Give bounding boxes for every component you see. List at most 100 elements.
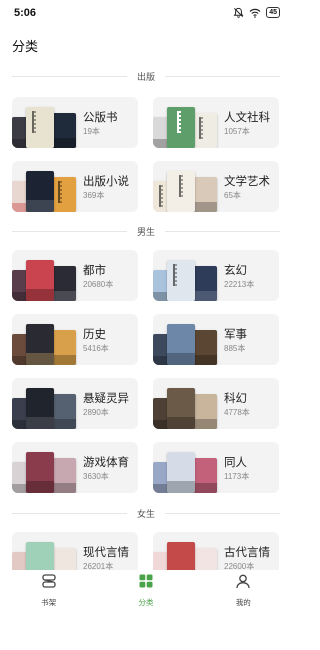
book-cover	[52, 548, 76, 570]
status-bar: 5:06 45	[0, 0, 292, 28]
category-card-lishi[interactable]: 历史 5416本	[12, 314, 138, 365]
book-cover	[26, 452, 54, 493]
category-card-junshi[interactable]: 军事 885本	[153, 314, 279, 365]
category-card-chubanxiaoshuo[interactable]: 出版小说 369本	[12, 161, 138, 212]
category-title: 悬疑灵异	[83, 393, 129, 405]
book-covers	[153, 532, 219, 570]
category-title: 玄幻	[224, 265, 247, 277]
category-count: 5416本	[83, 344, 109, 353]
bookshelf-icon	[41, 573, 57, 594]
book-cover	[52, 394, 76, 429]
category-count: 1057本	[224, 127, 250, 136]
book-cover	[167, 324, 195, 365]
divider	[165, 230, 281, 232]
category-card-kehuan[interactable]: 科幻 4778本	[153, 378, 279, 429]
book-cover	[167, 107, 195, 148]
mute-icon	[233, 7, 244, 18]
book-covers	[153, 442, 219, 493]
book-cover	[193, 266, 217, 301]
book-cover	[52, 458, 76, 493]
book-covers	[12, 532, 78, 570]
category-title: 公版书	[83, 112, 118, 124]
profile-icon	[235, 573, 251, 594]
category-count: 369本	[83, 191, 105, 200]
tab-category[interactable]: 分类	[97, 570, 194, 610]
category-card-wenxueyishu[interactable]: 文学艺术 65本	[153, 161, 279, 212]
bottom-tab-bar: 书架 分类 我的	[0, 570, 292, 610]
category-title: 科幻	[224, 393, 247, 405]
divider	[12, 75, 127, 77]
category-card-xiandaiyanqing[interactable]: 现代言情 26201本	[12, 532, 138, 570]
book-cover	[193, 330, 217, 365]
book-cover	[167, 452, 195, 493]
tab-label: 书架	[41, 597, 57, 607]
divider	[165, 512, 281, 514]
book-cover	[52, 177, 76, 212]
book-cover	[167, 388, 195, 429]
book-covers	[153, 97, 219, 148]
category-count: 22213本	[224, 280, 255, 289]
book-cover	[26, 324, 54, 365]
book-cover	[52, 113, 76, 148]
book-cover	[193, 113, 217, 148]
category-card-gongbanshu[interactable]: 公版书 19本	[12, 97, 138, 148]
tab-profile[interactable]: 我的	[195, 570, 292, 610]
category-card-xuanhuan[interactable]: 玄幻 22213本	[153, 250, 279, 301]
status-time: 5:06	[14, 7, 37, 19]
book-covers	[12, 314, 78, 365]
category-title: 文学艺术	[224, 176, 270, 188]
book-cover	[167, 260, 195, 301]
category-count: 19本	[83, 127, 100, 136]
category-count: 20680本	[83, 280, 114, 289]
book-cover	[52, 330, 76, 365]
divider	[165, 75, 281, 77]
category-count: 22600本	[224, 562, 255, 570]
book-covers	[153, 378, 219, 429]
category-title: 同人	[224, 457, 247, 469]
section-label: 女生	[137, 508, 156, 519]
section-header-male: 男生	[12, 224, 281, 238]
category-title: 古代言情	[224, 547, 270, 559]
section-header-female: 女生	[12, 506, 281, 520]
category-count: 3630本	[83, 472, 109, 481]
book-covers	[153, 161, 219, 212]
page-title: 分类	[12, 39, 39, 54]
section-label: 男生	[137, 226, 156, 237]
book-cover	[26, 388, 54, 429]
category-card-gudaiyanqing[interactable]: 古代言情 22600本	[153, 532, 279, 570]
battery-icon: 45	[266, 7, 280, 18]
section-header-publishing: 出版	[12, 69, 281, 83]
book-covers	[12, 97, 78, 148]
category-count: 65本	[224, 191, 241, 200]
category-count: 2890本	[83, 408, 109, 417]
category-title: 军事	[224, 329, 247, 341]
category-title: 都市	[83, 265, 106, 277]
category-card-xuanyilingyi[interactable]: 悬疑灵异 2890本	[12, 378, 138, 429]
section-label: 出版	[137, 71, 156, 82]
category-card-tongren[interactable]: 同人 1173本	[153, 442, 279, 493]
divider	[12, 512, 127, 514]
category-count: 1173本	[224, 472, 250, 481]
category-title: 现代言情	[83, 547, 129, 559]
book-cover	[167, 171, 195, 212]
category-card-renwensheke[interactable]: 人文社科 1057本	[153, 97, 279, 148]
tab-bookshelf[interactable]: 书架	[0, 570, 97, 610]
book-cover	[26, 171, 54, 212]
category-count: 26201本	[83, 562, 114, 570]
category-title: 游戏体育	[83, 457, 129, 469]
category-count: 4778本	[224, 408, 250, 417]
book-covers	[12, 442, 78, 493]
wifi-icon	[249, 8, 261, 18]
book-cover	[193, 548, 217, 570]
book-covers	[153, 250, 219, 301]
book-cover	[52, 266, 76, 301]
book-cover	[26, 260, 54, 301]
book-covers	[12, 250, 78, 301]
category-card-youxitiyu[interactable]: 游戏体育 3630本	[12, 442, 138, 493]
book-cover	[26, 107, 54, 148]
book-cover	[26, 542, 54, 570]
category-list[interactable]: 出版 公版书 19本 人文社科 1057本 出版小说 369本 文学艺术 65本…	[0, 60, 292, 570]
divider	[12, 230, 127, 232]
category-card-dushi[interactable]: 都市 20680本	[12, 250, 138, 301]
category-title: 人文社科	[224, 112, 270, 124]
